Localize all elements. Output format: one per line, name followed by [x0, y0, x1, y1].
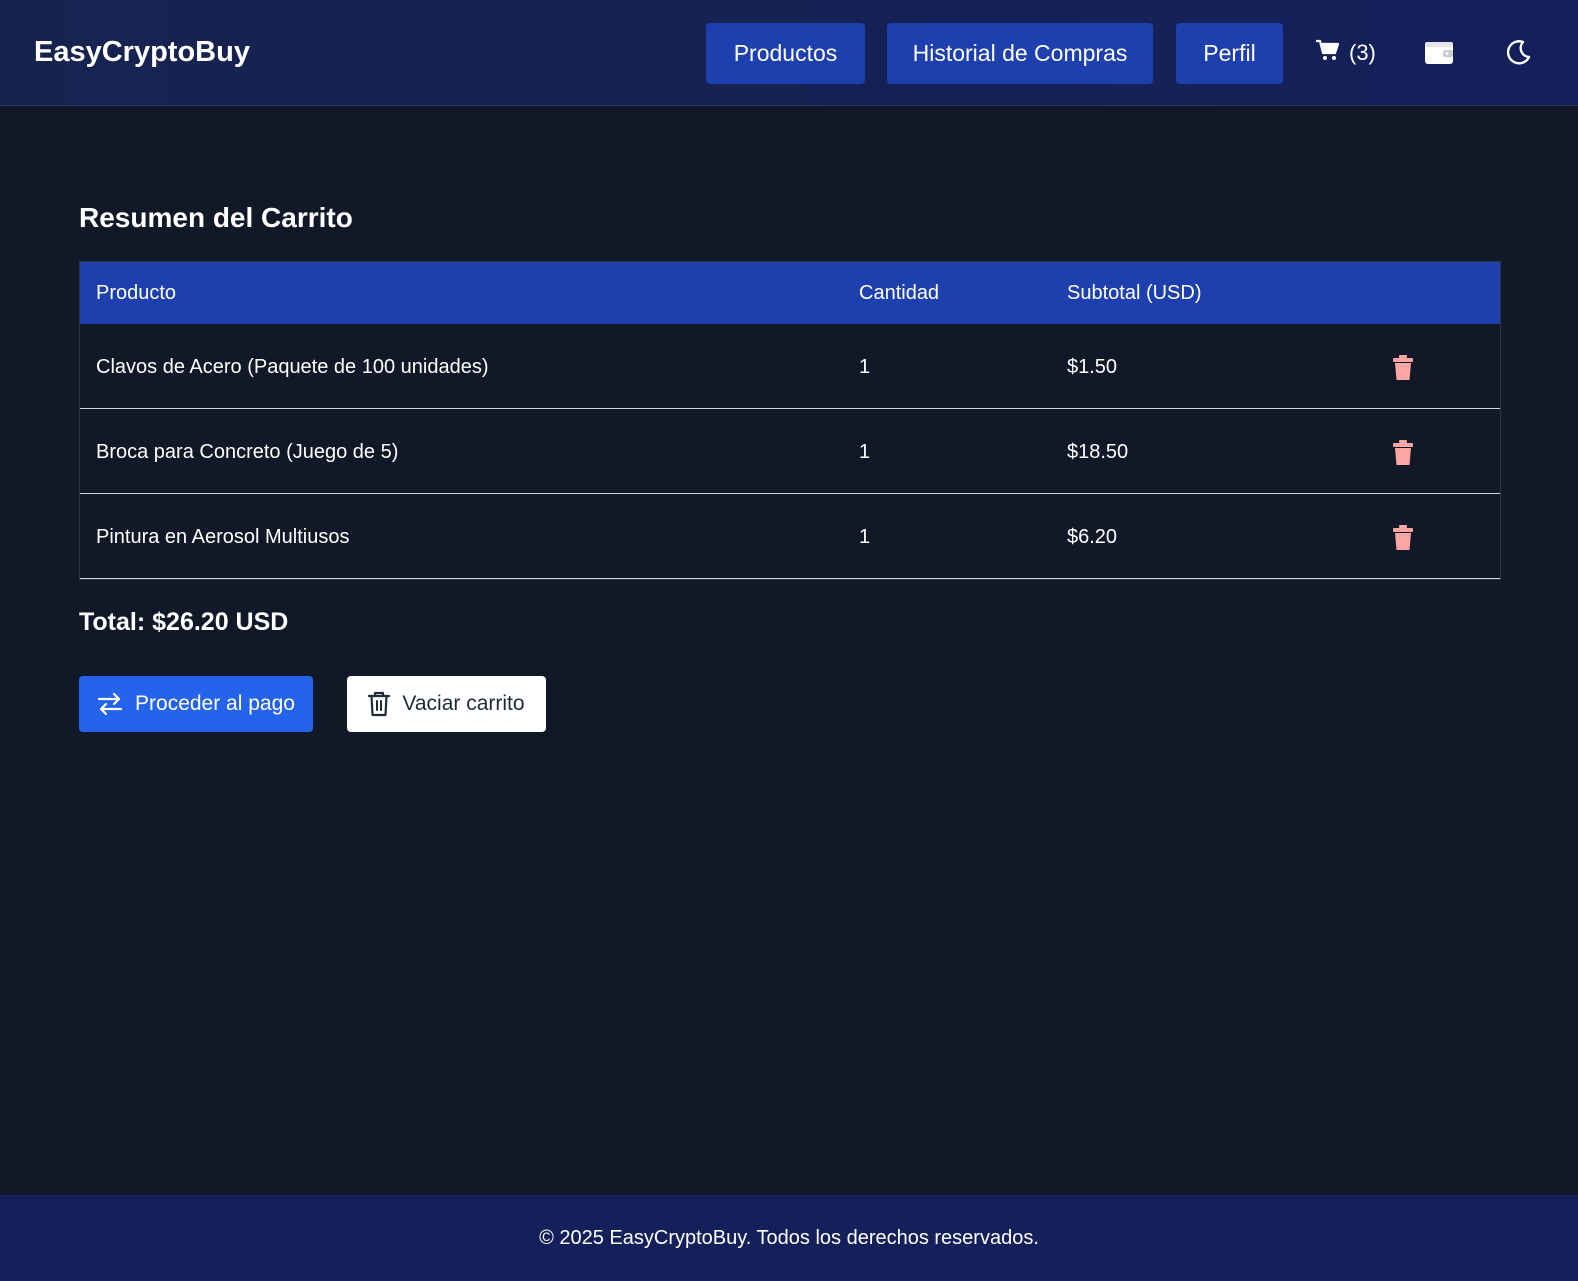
- moon-icon: [1504, 38, 1532, 70]
- trash-outline-icon: [368, 691, 391, 717]
- trash-icon: [1393, 440, 1413, 465]
- table-header: Producto Cantidad Subtotal (USD): [80, 262, 1500, 324]
- footer: © 2025 EasyCryptoBuy. Todos los derechos…: [0, 1195, 1578, 1281]
- trash-icon: [1393, 525, 1413, 550]
- row-product: Clavos de Acero (Paquete de 100 unidades…: [96, 356, 489, 378]
- row-product: Broca para Concreto (Juego de 5): [96, 441, 399, 463]
- row-subtotal: $1.50: [1067, 356, 1118, 378]
- nav-profile-button[interactable]: Perfil: [1176, 23, 1283, 84]
- table-row: Broca para Concreto (Juego de 5) 1 $18.5…: [80, 409, 1500, 494]
- cart-link[interactable]: (3): [1315, 36, 1376, 70]
- swap-arrows-icon: [97, 692, 123, 716]
- cart-table: Producto Cantidad Subtotal (USD) Clavos …: [79, 261, 1501, 580]
- brand-logo[interactable]: EasyCryptoBuy: [34, 36, 250, 69]
- theme-toggle-button[interactable]: [1498, 34, 1538, 74]
- header-product: Producto: [96, 282, 177, 304]
- delete-item-button[interactable]: [1390, 439, 1416, 467]
- footer-copyright: © 2025 EasyCryptoBuy. Todos los derechos…: [539, 1226, 1039, 1249]
- cart-count: (3): [1349, 40, 1376, 65]
- row-quantity: 1: [859, 526, 871, 548]
- table-row: Pintura en Aerosol Multiusos 1 $6.20: [80, 494, 1500, 579]
- empty-cart-button[interactable]: Vaciar carrito: [347, 676, 546, 732]
- nav-history-button[interactable]: Historial de Compras: [887, 23, 1153, 84]
- header-quantity: Cantidad: [859, 282, 940, 304]
- table-row: Clavos de Acero (Paquete de 100 unidades…: [80, 324, 1500, 409]
- page-title: Resumen del Carrito: [79, 202, 353, 233]
- row-quantity: 1: [859, 356, 871, 378]
- proceed-to-payment-label: Proceder al pago: [135, 692, 295, 715]
- delete-item-button[interactable]: [1390, 524, 1416, 552]
- wallet-button[interactable]: [1419, 34, 1459, 74]
- nav-products-button[interactable]: Productos: [706, 23, 865, 84]
- trash-icon: [1393, 355, 1413, 380]
- empty-cart-label: Vaciar carrito: [402, 692, 525, 715]
- cart-icon: [1315, 39, 1340, 67]
- wallet-icon: [1424, 39, 1454, 69]
- row-quantity: 1: [859, 441, 871, 463]
- row-subtotal: $18.50: [1067, 441, 1129, 463]
- header-subtotal: Subtotal (USD): [1067, 282, 1202, 304]
- row-product: Pintura en Aerosol Multiusos: [96, 526, 350, 548]
- proceed-to-payment-button[interactable]: Proceder al pago: [79, 676, 313, 732]
- cart-total: Total: $26.20 USD: [79, 608, 289, 636]
- row-subtotal: $6.20: [1067, 526, 1118, 548]
- delete-item-button[interactable]: [1390, 354, 1416, 382]
- top-navbar: EasyCryptoBuy Productos Historial de Com…: [0, 0, 1578, 106]
- page: EasyCryptoBuy Productos Historial de Com…: [0, 0, 1578, 1281]
